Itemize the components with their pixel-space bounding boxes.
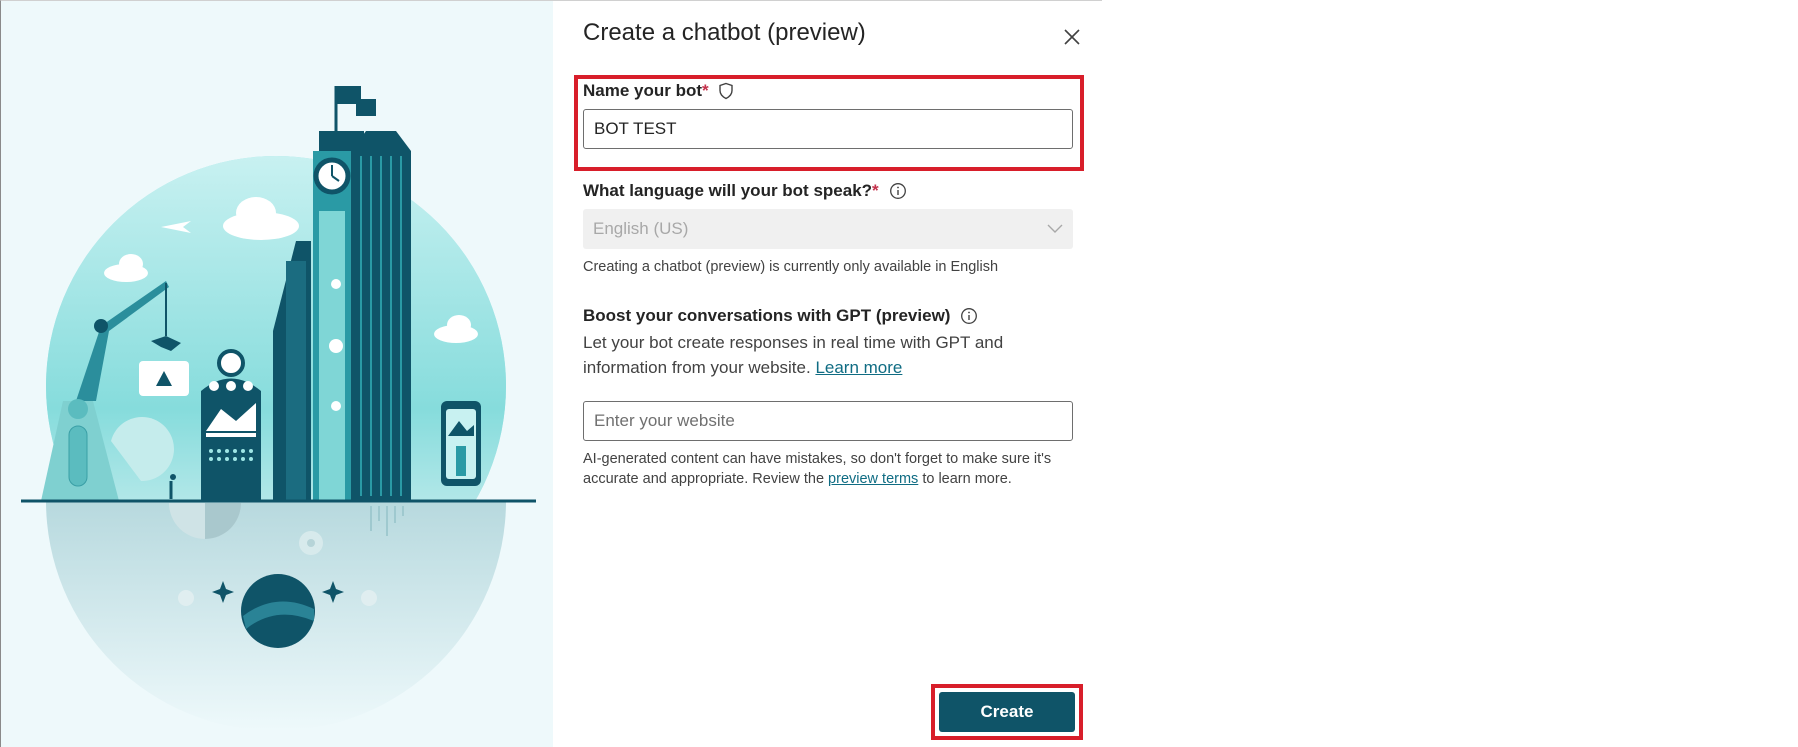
gpt-description: Let your bot create responses in real ti… — [583, 330, 1073, 380]
shield-icon — [718, 82, 733, 100]
name-label-text: Name your bot — [583, 81, 703, 100]
gpt-label-text: Boost your conversations with GPT (previ… — [583, 306, 951, 325]
create-button[interactable]: Create — [939, 692, 1075, 732]
name-field-label: Name your bot * — [583, 81, 1073, 101]
website-input[interactable]: Enter your website — [583, 401, 1073, 441]
close-icon — [1064, 29, 1080, 45]
language-select[interactable]: English (US) — [583, 209, 1073, 249]
ai-disclaimer: AI-generated content can have mistakes, … — [583, 449, 1073, 489]
language-helper-text: Creating a chatbot (preview) is currentl… — [583, 259, 999, 275]
close-button[interactable] — [1058, 23, 1086, 51]
form-panel: Create a chatbot (preview) Name your bot… — [553, 1, 1102, 747]
gpt-section-label: Boost your conversations with GPT (previ… — [583, 306, 1073, 326]
language-label-text: What language will your bot speak? — [583, 181, 873, 200]
language-field-label: What language will your bot speak? * — [583, 181, 1073, 201]
name-field-group: Name your bot * BOT TEST — [583, 81, 1073, 149]
create-chatbot-dialog: Create a chatbot (preview) Name your bot… — [0, 0, 1102, 747]
chevron-down-icon — [1047, 224, 1063, 233]
city-illustration — [21, 86, 536, 731]
page: Create a chatbot (preview) Name your bot… — [0, 0, 1798, 747]
disclaimer-end-text: to learn more. — [922, 471, 1012, 487]
info-icon[interactable] — [889, 182, 907, 200]
gpt-description-text: Let your bot create responses in real ti… — [583, 333, 1004, 377]
preview-terms-link[interactable]: preview terms — [828, 471, 918, 487]
language-field-group: What language will your bot speak? * Engl… — [583, 181, 1073, 277]
illustration-panel — [1, 1, 553, 747]
language-selected-value: English (US) — [593, 219, 689, 238]
required-mark: * — [702, 81, 709, 100]
required-mark: * — [872, 181, 879, 200]
dialog-title: Create a chatbot (preview) — [583, 19, 866, 46]
gpt-section: Boost your conversations with GPT (previ… — [583, 306, 1073, 489]
info-icon[interactable] — [960, 307, 978, 325]
learn-more-link[interactable]: Learn more — [815, 358, 902, 377]
bot-name-input[interactable]: BOT TEST — [583, 109, 1073, 149]
